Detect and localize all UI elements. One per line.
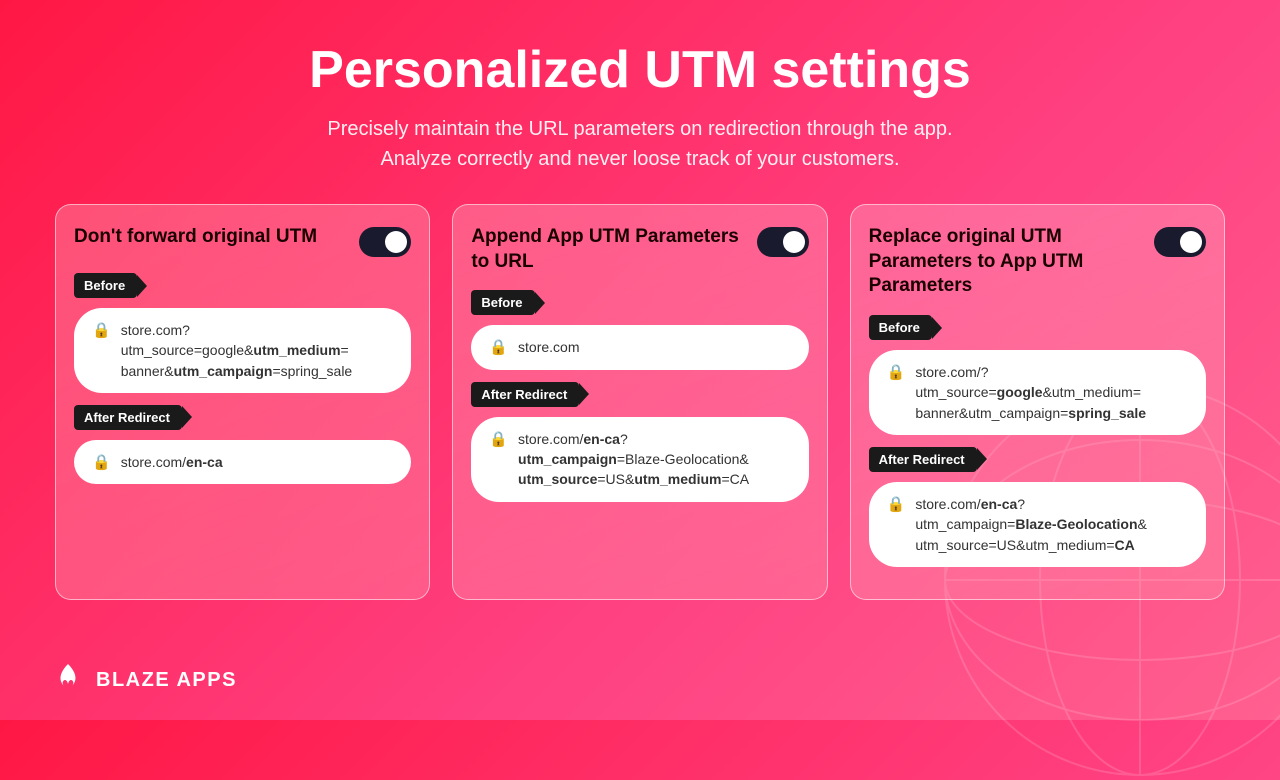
card-1-after-badge: After Redirect (74, 405, 182, 430)
footer: BLAZE APPS (50, 662, 237, 698)
card-1-before-url-text: store.com?utm_source=google&utm_medium=b… (121, 320, 353, 381)
card-1-header: Don't forward original UTM (74, 225, 411, 257)
card-3-before-url: 🔒 store.com/?utm_source=google&utm_mediu… (869, 350, 1206, 435)
card-replace-utm: Replace original UTM Parameters to App U… (850, 204, 1225, 600)
card-1-after-url-text: store.com/en-ca (121, 452, 223, 472)
header: Personalized UTM settings Precisely main… (0, 0, 1280, 194)
card-2-before-badge: Before (471, 290, 534, 315)
brand-logo-icon (50, 662, 86, 698)
card-2-after-url: 🔒 store.com/en-ca?utm_campaign=Blaze-Geo… (471, 417, 808, 502)
card-2-title: Append App UTM Parameters to URL (471, 225, 756, 274)
lock-icon-6: 🔒 (887, 495, 906, 513)
cards-container: Don't forward original UTM Before 🔒 stor… (0, 194, 1280, 600)
card-2-before-url-text: store.com (518, 337, 579, 357)
card-1-title: Don't forward original UTM (74, 225, 359, 250)
card-dont-forward: Don't forward original UTM Before 🔒 stor… (55, 204, 430, 600)
card-2-before-url: 🔒 store.com (471, 325, 808, 369)
card-3-after-badge: After Redirect (869, 447, 977, 472)
card-3-after-url: 🔒 store.com/en-ca?utm_campaign=Blaze-Geo… (869, 482, 1206, 567)
card-1-before-url: 🔒 store.com?utm_source=google&utm_medium… (74, 308, 411, 393)
lock-icon-2: 🔒 (92, 453, 111, 471)
card-3-title: Replace original UTM Parameters to App U… (869, 225, 1154, 299)
card-append-utm: Append App UTM Parameters to URL Before … (452, 204, 827, 600)
card-3-before-url-text: store.com/?utm_source=google&utm_medium=… (915, 362, 1146, 423)
brand-name: BLAZE APPS (96, 669, 237, 692)
card-1-after-url: 🔒 store.com/en-ca (74, 440, 411, 484)
lock-icon: 🔒 (92, 321, 111, 339)
page-subtitle: Precisely maintain the URL parameters on… (20, 114, 1260, 174)
page-title: Personalized UTM settings (20, 40, 1260, 100)
card-1-toggle[interactable] (359, 227, 411, 257)
lock-icon-3: 🔒 (489, 338, 508, 356)
card-3-header: Replace original UTM Parameters to App U… (869, 225, 1206, 299)
card-2-after-badge: After Redirect (471, 382, 579, 407)
card-3-after-url-text: store.com/en-ca?utm_campaign=Blaze-Geolo… (915, 494, 1147, 555)
card-2-toggle[interactable] (757, 227, 809, 257)
card-2-header: Append App UTM Parameters to URL (471, 225, 808, 274)
card-3-before-badge: Before (869, 315, 932, 340)
lock-icon-5: 🔒 (887, 363, 906, 381)
card-3-toggle[interactable] (1154, 227, 1206, 257)
card-2-after-url-text: store.com/en-ca?utm_campaign=Blaze-Geolo… (518, 429, 749, 490)
lock-icon-4: 🔒 (489, 430, 508, 448)
card-1-before-badge: Before (74, 273, 137, 298)
